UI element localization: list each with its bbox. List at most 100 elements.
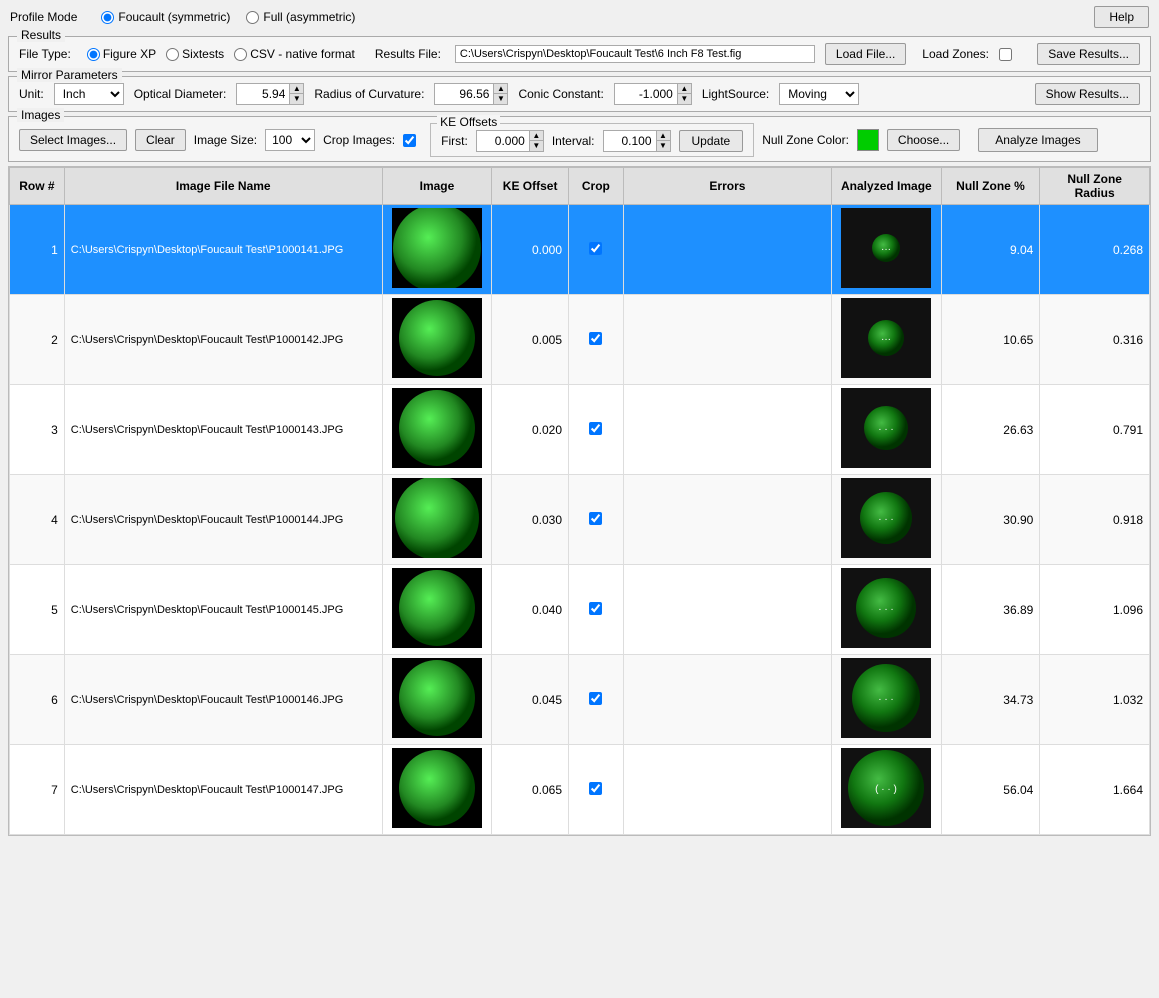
ke-interval-up[interactable]: ▲ [656, 131, 670, 141]
cell-filename: C:\Users\Crispyn\Desktop\Foucault Test\P… [64, 385, 382, 475]
col-header-crop: Crop [569, 168, 624, 205]
ke-first-up[interactable]: ▲ [529, 131, 543, 141]
cell-analyzed-image: ··· [832, 295, 942, 385]
radio-full-input[interactable] [246, 11, 259, 24]
cell-row-number: 3 [10, 385, 65, 475]
table-body: 1 C:\Users\Crispyn\Desktop\Foucault Test… [10, 205, 1150, 835]
conic-constant-input[interactable] [615, 85, 677, 103]
optical-diameter-up[interactable]: ▲ [289, 84, 303, 94]
radio-csv[interactable]: CSV - native format [234, 47, 355, 61]
svg-text:· · ·: · · · [879, 694, 895, 705]
ke-first-down[interactable]: ▼ [529, 141, 543, 151]
crop-checkbox[interactable] [589, 512, 602, 525]
radio-figureXP-input[interactable] [87, 48, 100, 61]
conic-constant-down[interactable]: ▼ [677, 94, 691, 104]
table-row[interactable]: 5 C:\Users\Crispyn\Desktop\Foucault Test… [10, 565, 1150, 655]
radio-sixtests[interactable]: Sixtests [166, 47, 224, 61]
radio-foucault[interactable]: Foucault (symmetric) [101, 10, 230, 24]
load-zones-label: Load Zones: [922, 47, 989, 61]
crop-checkbox[interactable] [589, 692, 602, 705]
cell-analyzed-image: · · · [832, 655, 942, 745]
optical-diameter-down[interactable]: ▼ [289, 94, 303, 104]
update-button[interactable]: Update [679, 130, 744, 152]
conic-constant-spinner[interactable]: ▲ ▼ [614, 83, 692, 105]
radius-curvature-input[interactable] [435, 85, 493, 103]
crop-checkbox[interactable] [589, 422, 602, 435]
conic-constant-up[interactable]: ▲ [677, 84, 691, 94]
cell-filename: C:\Users\Crispyn\Desktop\Foucault Test\P… [64, 475, 382, 565]
crop-checkbox[interactable] [589, 602, 602, 615]
cell-analyzed-image: ··· [832, 205, 942, 295]
radio-sixtests-input[interactable] [166, 48, 179, 61]
conic-constant-label: Conic Constant: [518, 87, 603, 101]
unit-select[interactable]: Inch MM [54, 83, 124, 105]
save-results-button[interactable]: Save Results... [1037, 43, 1140, 65]
cell-null-zone-pct: 9.04 [941, 205, 1040, 295]
table-row[interactable]: 4 C:\Users\Crispyn\Desktop\Foucault Test… [10, 475, 1150, 565]
crop-checkbox[interactable] [589, 332, 602, 345]
cell-ke-offset: 0.040 [492, 565, 569, 655]
conic-constant-spinner-buttons: ▲ ▼ [677, 84, 691, 104]
analyze-images-button[interactable]: Analyze Images [978, 128, 1097, 152]
optical-diameter-spinner-buttons: ▲ ▼ [289, 84, 303, 104]
images-table-wrapper[interactable]: Row # Image File Name Image KE Offset Cr… [8, 166, 1151, 836]
table-row[interactable]: 7 C:\Users\Crispyn\Desktop\Foucault Test… [10, 745, 1150, 835]
table-row[interactable]: 6 C:\Users\Crispyn\Desktop\Foucault Test… [10, 655, 1150, 745]
clear-button[interactable]: Clear [135, 129, 186, 151]
ke-interval-spinner[interactable]: ▲ ▼ [603, 130, 671, 152]
help-button[interactable]: Help [1094, 6, 1149, 28]
radio-csv-input[interactable] [234, 48, 247, 61]
optical-diameter-input[interactable] [237, 85, 289, 103]
table-row[interactable]: 2 C:\Users\Crispyn\Desktop\Foucault Test… [10, 295, 1150, 385]
cell-image [382, 655, 492, 745]
images-toolbar: Select Images... Clear Image Size: 100 7… [19, 123, 1140, 157]
show-results-button[interactable]: Show Results... [1035, 83, 1140, 105]
cell-ke-offset: 0.065 [492, 745, 569, 835]
cell-row-number: 2 [10, 295, 65, 385]
choose-button[interactable]: Choose... [887, 129, 960, 151]
ke-interval-down[interactable]: ▼ [656, 141, 670, 151]
radio-foucault-input[interactable] [101, 11, 114, 24]
load-zones-checkbox[interactable] [999, 48, 1012, 61]
radius-curvature-up[interactable]: ▲ [493, 84, 507, 94]
optical-diameter-spinner[interactable]: ▲ ▼ [236, 83, 304, 105]
radius-curvature-spinner[interactable]: ▲ ▼ [434, 83, 508, 105]
radio-full-label: Full (asymmetric) [263, 10, 355, 24]
radio-csv-label: CSV - native format [250, 47, 355, 61]
image-size-select[interactable]: 100 75 50 [265, 129, 315, 151]
results-section-title: Results [17, 28, 65, 42]
ke-interval-input[interactable] [604, 132, 656, 150]
ke-offsets-title: KE Offsets [437, 115, 500, 129]
svg-text:···: ··· [881, 334, 891, 345]
cell-crop[interactable] [569, 385, 624, 475]
table-row[interactable]: 3 C:\Users\Crispyn\Desktop\Foucault Test… [10, 385, 1150, 475]
crop-checkbox[interactable] [589, 782, 602, 795]
cell-crop[interactable] [569, 655, 624, 745]
select-images-button[interactable]: Select Images... [19, 129, 127, 151]
unit-label: Unit: [19, 87, 44, 101]
light-source-select[interactable]: Moving Fixed [779, 83, 859, 105]
results-file-input[interactable] [455, 45, 815, 63]
cell-crop[interactable] [569, 745, 624, 835]
cell-ke-offset: 0.030 [492, 475, 569, 565]
results-file-label: Results File: [375, 47, 441, 61]
cell-row-number: 7 [10, 745, 65, 835]
radius-curvature-down[interactable]: ▼ [493, 94, 507, 104]
cell-crop[interactable] [569, 565, 624, 655]
radio-figureXP[interactable]: Figure XP [87, 47, 156, 61]
table-row[interactable]: 1 C:\Users\Crispyn\Desktop\Foucault Test… [10, 205, 1150, 295]
image-size-label: Image Size: [194, 133, 257, 147]
cell-crop[interactable] [569, 475, 624, 565]
cell-errors [623, 745, 831, 835]
load-file-button[interactable]: Load File... [825, 43, 906, 65]
ke-first-spinner[interactable]: ▲ ▼ [476, 130, 544, 152]
radio-full[interactable]: Full (asymmetric) [246, 10, 355, 24]
crop-images-checkbox[interactable] [403, 134, 416, 147]
cell-filename: C:\Users\Crispyn\Desktop\Foucault Test\P… [64, 745, 382, 835]
table-header-row: Row # Image File Name Image KE Offset Cr… [10, 168, 1150, 205]
cell-crop[interactable] [569, 295, 624, 385]
crop-checkbox[interactable] [589, 242, 602, 255]
ke-first-input[interactable] [477, 132, 529, 150]
cell-crop[interactable] [569, 205, 624, 295]
cell-null-zone-pct: 34.73 [941, 655, 1040, 745]
